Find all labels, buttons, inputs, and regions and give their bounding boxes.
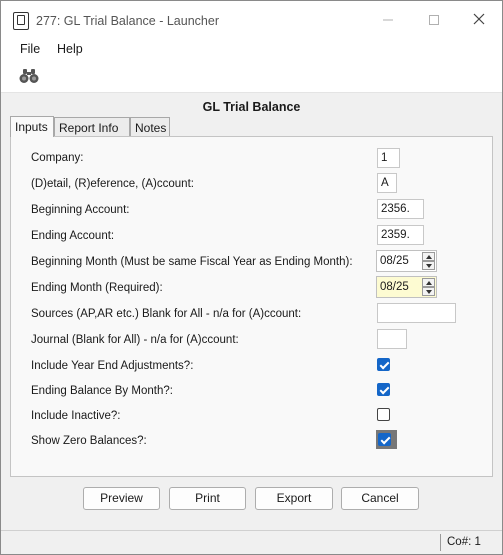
beginning-month-label: Beginning Month (Must be same Fiscal Yea… bbox=[31, 256, 353, 268]
chevron-down-icon[interactable] bbox=[422, 287, 435, 296]
year-end-label: Include Year End Adjustments?: bbox=[31, 360, 194, 372]
ending-month-value: 08/25 bbox=[380, 281, 409, 293]
menu-bar: File Help bbox=[1, 39, 502, 61]
ending-month-label: Ending Month (Required): bbox=[31, 282, 163, 294]
tab-notes[interactable]: Notes bbox=[130, 117, 170, 136]
cancel-button[interactable]: Cancel bbox=[341, 487, 419, 510]
ending-account-field[interactable]: 2359. bbox=[377, 225, 424, 245]
journal-label: Journal (Blank for All) - n/a for (A)cco… bbox=[31, 334, 239, 346]
status-divider bbox=[440, 534, 441, 551]
maximize-icon bbox=[429, 15, 439, 25]
spinner-arrows bbox=[422, 278, 435, 296]
journal-field[interactable] bbox=[377, 329, 407, 349]
spinner-arrows bbox=[422, 252, 435, 270]
ending-month-spinner[interactable]: 08/25 bbox=[376, 276, 437, 298]
ending-account-label: Ending Account: bbox=[31, 230, 115, 242]
tab-inputs[interactable]: Inputs bbox=[10, 116, 54, 137]
inactive-checkbox[interactable] bbox=[377, 408, 390, 421]
ending-balance-label: Ending Balance By Month?: bbox=[31, 385, 173, 397]
launcher-window: 277: GL Trial Balance - Launcher File He… bbox=[0, 0, 503, 555]
beginning-account-label: Beginning Account: bbox=[31, 204, 130, 216]
title-bar[interactable]: 277: GL Trial Balance - Launcher bbox=[1, 1, 502, 39]
menu-help[interactable]: Help bbox=[57, 42, 83, 56]
chevron-down-icon[interactable] bbox=[422, 261, 435, 270]
minimize-button[interactable] bbox=[368, 9, 408, 33]
zero-balances-checkbox[interactable] bbox=[378, 433, 391, 446]
find-button[interactable] bbox=[19, 68, 39, 87]
close-button[interactable] bbox=[459, 9, 499, 33]
chevron-up-icon[interactable] bbox=[422, 278, 435, 287]
window-title: 277: GL Trial Balance - Launcher bbox=[36, 14, 219, 28]
beginning-month-spinner[interactable]: 08/25 bbox=[376, 250, 437, 272]
tab-report-info[interactable]: Report Info bbox=[54, 117, 130, 136]
toolbar bbox=[1, 61, 502, 93]
status-bar: Co#: 1 bbox=[1, 530, 502, 554]
year-end-checkbox[interactable] bbox=[377, 358, 390, 371]
export-button[interactable]: Export bbox=[255, 487, 333, 510]
sources-field[interactable] bbox=[377, 303, 456, 323]
beginning-month-value: 08/25 bbox=[380, 255, 409, 267]
detail-field[interactable]: A bbox=[377, 173, 397, 193]
minimize-icon bbox=[383, 19, 393, 21]
form-title: GL Trial Balance bbox=[202, 100, 301, 114]
chevron-up-icon[interactable] bbox=[422, 252, 435, 261]
maximize-button[interactable] bbox=[414, 9, 454, 33]
zero-balances-label: Show Zero Balances?: bbox=[31, 435, 147, 447]
preview-button[interactable]: Preview bbox=[83, 487, 160, 510]
ending-balance-checkbox[interactable] bbox=[377, 383, 390, 396]
close-icon bbox=[473, 13, 485, 25]
menu-file[interactable]: File bbox=[20, 42, 40, 56]
detail-label: (D)etail, (R)eference, (A)ccount: bbox=[31, 178, 194, 190]
inactive-label: Include Inactive?: bbox=[31, 410, 121, 422]
company-label: Company: bbox=[31, 152, 84, 164]
app-icon bbox=[13, 12, 29, 30]
company-field[interactable]: 1 bbox=[377, 148, 400, 168]
binoculars-icon bbox=[19, 69, 39, 83]
company-status: Co#: 1 bbox=[447, 536, 481, 548]
sources-label: Sources (AP,AR etc.) Blank for All - n/a… bbox=[31, 308, 302, 320]
beginning-account-field[interactable]: 2356. bbox=[377, 199, 424, 219]
print-button[interactable]: Print bbox=[169, 487, 246, 510]
